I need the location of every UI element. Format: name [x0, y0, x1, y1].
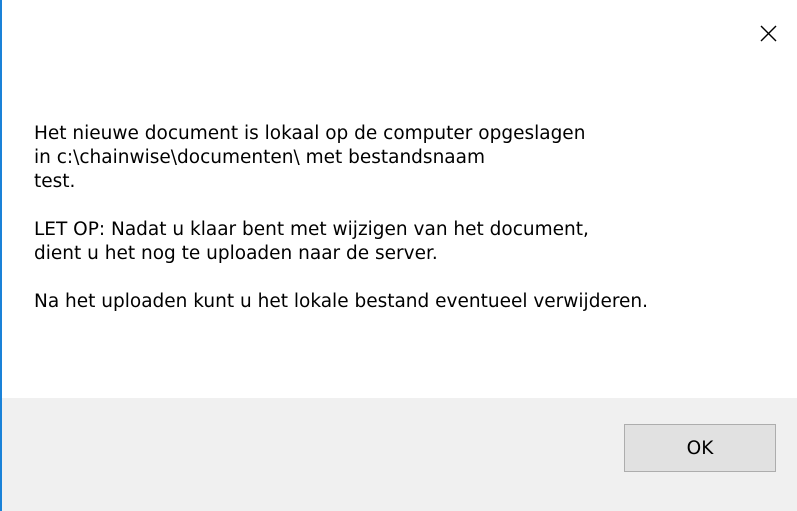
- message-line: test.: [34, 171, 76, 192]
- close-icon: [760, 25, 776, 41]
- message-line: dient u het nog te uploaden naar de serv…: [34, 243, 438, 264]
- message-line: Het nieuwe document is lokaal op de comp…: [34, 123, 586, 144]
- message-line: Na het uploaden kunt u het lokale bestan…: [34, 291, 649, 312]
- message-line: LET OP: Nadat u klaar bent met wijzigen …: [34, 219, 589, 240]
- message-paragraph-warning: LET OP: Nadat u klaar bent met wijzigen …: [34, 218, 774, 266]
- message-paragraph-cleanup: Na het uploaden kunt u het lokale bestan…: [34, 290, 774, 314]
- ok-button[interactable]: OK: [624, 424, 776, 472]
- close-button[interactable]: [751, 16, 785, 50]
- message-paragraph-saved: Het nieuwe document is lokaal op de comp…: [34, 122, 774, 194]
- message-text: Het nieuwe document is lokaal op de comp…: [34, 122, 774, 314]
- button-bar: OK: [2, 398, 797, 511]
- message-dialog: Het nieuwe document is lokaal op de comp…: [0, 0, 797, 511]
- message-line: in c:\chainwise\documenten\ met bestands…: [34, 147, 485, 168]
